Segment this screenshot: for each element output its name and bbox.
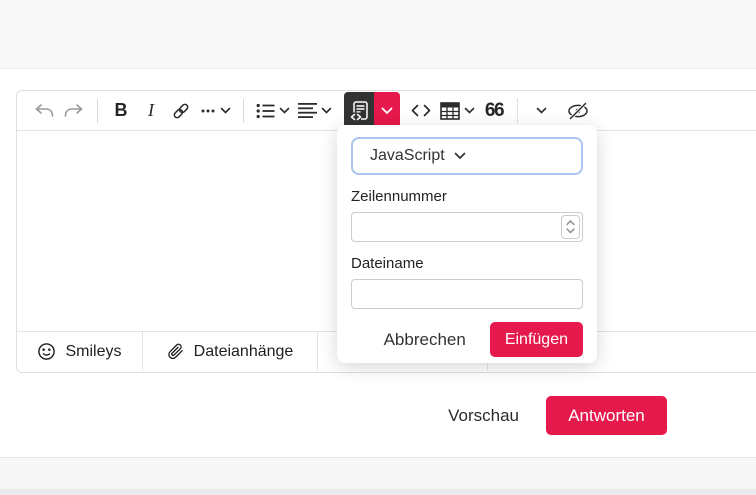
inline-code-button[interactable]: [406, 92, 436, 130]
quote-icon: 66: [484, 99, 505, 121]
code-block-button-group: [344, 91, 400, 130]
table-menu-button[interactable]: [436, 92, 479, 130]
undo-button[interactable]: [29, 92, 59, 130]
chevron-down-icon: [454, 152, 466, 160]
filename-input[interactable]: [351, 279, 583, 309]
tab-smileys-label: Smileys: [65, 342, 122, 360]
smiley-icon: [37, 342, 56, 361]
toolbar-separator-dotted: [517, 98, 518, 123]
code-block-button[interactable]: [344, 91, 374, 130]
quote-button[interactable]: 66: [479, 92, 509, 130]
insert-button[interactable]: Einfügen: [489, 322, 583, 357]
tab-attachments-label: Dateianhänge: [193, 342, 294, 360]
reply-actions-row: Vorschau Antworten: [0, 396, 667, 435]
bullet-list-icon: [256, 102, 275, 120]
chevron-down-icon: [381, 107, 393, 115]
language-select-value: JavaScript: [370, 147, 445, 164]
inline-code-icon: [411, 104, 431, 117]
chevron-up-icon: [566, 220, 575, 226]
number-stepper[interactable]: [561, 215, 580, 239]
redo-button[interactable]: [59, 92, 89, 130]
chevron-down-icon: [279, 107, 290, 114]
preview-button[interactable]: Vorschau: [448, 406, 519, 426]
code-insert-dialog: JavaScript Zeilennummer Dateiname Abbrec…: [337, 125, 597, 363]
eye-slash-icon: [566, 101, 590, 121]
ellipsis-icon: [200, 108, 216, 114]
page-footer-strip: [0, 489, 756, 495]
language-select[interactable]: JavaScript: [351, 137, 583, 175]
align-icon: [298, 102, 317, 119]
line-number-input[interactable]: [351, 212, 583, 242]
cancel-button[interactable]: Abbrechen: [384, 330, 466, 350]
alignment-menu-button[interactable]: [294, 92, 336, 130]
page-top-band: [0, 0, 756, 69]
quote-dropdown-button[interactable]: [526, 92, 556, 130]
table-icon: [440, 101, 460, 120]
link-icon: [170, 100, 192, 122]
redo-icon: [63, 103, 85, 118]
page-footer-band: [0, 457, 756, 489]
chevron-down-icon: [321, 107, 332, 114]
chevron-down-icon: [464, 107, 475, 114]
line-number-label: Zeilennummer: [351, 188, 447, 205]
paperclip-icon: [167, 342, 185, 361]
tab-attachments[interactable]: Dateianhänge: [143, 332, 318, 371]
tab-smileys[interactable]: Smileys: [17, 332, 143, 371]
code-block-icon: [349, 100, 369, 122]
filename-label: Dateiname: [351, 255, 424, 272]
undo-icon: [33, 103, 55, 118]
toolbar-separator: [243, 98, 244, 123]
code-block-dropdown-button[interactable]: [374, 91, 400, 130]
chevron-down-icon: [220, 107, 231, 114]
italic-button[interactable]: I: [136, 92, 166, 130]
bold-button[interactable]: B: [106, 92, 136, 130]
more-options-button[interactable]: [196, 92, 235, 130]
bold-label: B: [114, 100, 128, 120]
toolbar-separator: [97, 98, 98, 123]
chevron-down-icon: [536, 107, 547, 114]
link-button[interactable]: [166, 92, 196, 130]
italic-label: I: [148, 100, 154, 120]
reply-button[interactable]: Antworten: [546, 396, 667, 435]
list-menu-button[interactable]: [252, 92, 294, 130]
chevron-down-icon: [566, 228, 575, 234]
toggle-visibility-button[interactable]: [562, 92, 594, 130]
dialog-footer: Abbrechen Einfügen: [351, 322, 583, 357]
